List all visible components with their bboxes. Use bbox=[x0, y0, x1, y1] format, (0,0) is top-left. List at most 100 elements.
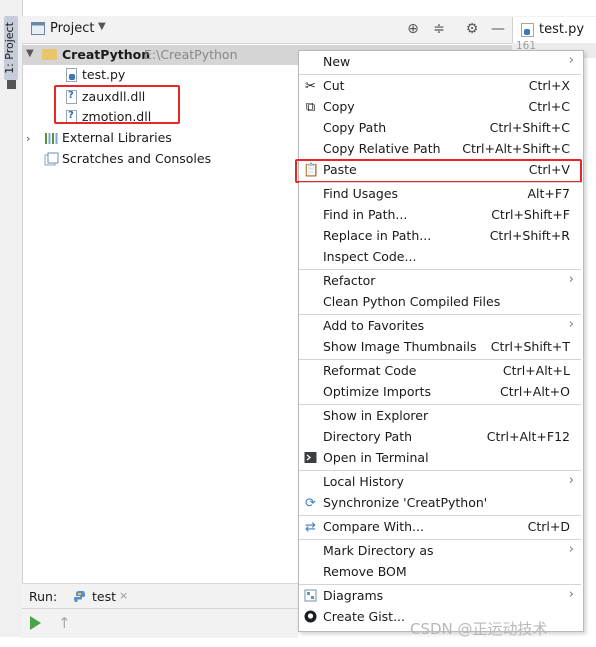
arrow-up-icon[interactable]: ↑ bbox=[58, 614, 71, 632]
menu-item-label: Open in Terminal bbox=[323, 450, 429, 465]
gear-icon[interactable]: ⚙ bbox=[464, 20, 480, 38]
scratches-icon bbox=[44, 152, 59, 166]
menu-separator bbox=[299, 314, 581, 315]
menu-item-label: Find Usages bbox=[323, 186, 399, 201]
menu-item-label: Copy Relative Path bbox=[323, 141, 441, 156]
menu-item-label: Mark Directory as bbox=[323, 543, 434, 558]
menu-item-label: Diagrams bbox=[323, 588, 384, 603]
menu-separator bbox=[299, 515, 581, 516]
menu-item-find-usages[interactable]: Find Usages Alt+F7 bbox=[299, 184, 581, 205]
python-file-icon bbox=[521, 23, 534, 37]
menu-separator bbox=[299, 182, 581, 183]
menu-item-label: Copy bbox=[323, 99, 355, 114]
menu-item-add-to-favorites[interactable]: Add to Favorites › bbox=[299, 316, 581, 337]
menu-item-synchronize[interactable]: ⟳ Synchronize 'CreatPython' bbox=[299, 493, 581, 514]
menu-item-label: Local History bbox=[323, 474, 404, 489]
menu-item-shortcut: Ctrl+D bbox=[527, 519, 570, 534]
menu-item-label: Optimize Imports bbox=[323, 384, 432, 399]
menu-item-shortcut: Ctrl+Alt+O bbox=[500, 384, 570, 399]
menu-item-show-in-explorer[interactable]: Show in Explorer bbox=[299, 406, 581, 427]
menu-item-replace-in-path[interactable]: Replace in Path... Ctrl+Shift+R bbox=[299, 226, 581, 247]
menu-separator bbox=[299, 269, 581, 270]
library-icon bbox=[45, 133, 58, 144]
menu-item-new[interactable]: New › bbox=[299, 52, 581, 73]
menu-item-open-in-terminal[interactable]: Open in Terminal bbox=[299, 448, 581, 469]
menu-item-mark-directory-as[interactable]: Mark Directory as › bbox=[299, 541, 581, 562]
menu-item-cut[interactable]: ✂ Cut Ctrl+X bbox=[299, 76, 581, 97]
menu-item-label: Remove BOM bbox=[323, 564, 407, 579]
minimize-icon[interactable]: — bbox=[490, 20, 506, 38]
menu-item-optimize-imports[interactable]: Optimize Imports Ctrl+Alt+O bbox=[299, 382, 581, 403]
menu-item-label: Find in Path... bbox=[323, 207, 408, 222]
menu-item-label: Synchronize 'CreatPython' bbox=[323, 495, 488, 510]
play-icon[interactable] bbox=[30, 616, 41, 630]
menu-separator bbox=[299, 74, 581, 75]
menu-separator bbox=[299, 584, 581, 585]
editor-tab-label[interactable]: test.py bbox=[539, 22, 584, 37]
menu-item-shortcut: Ctrl+Alt+F12 bbox=[486, 429, 570, 444]
menu-item-label: Cut bbox=[323, 78, 345, 93]
project-header bbox=[22, 16, 596, 44]
menu-item-shortcut: Ctrl+Shift+F bbox=[491, 207, 570, 222]
menu-item-label: Create Gist... bbox=[323, 609, 406, 624]
menu-item-copy-path[interactable]: Copy Path Ctrl+Shift+C bbox=[299, 118, 581, 139]
chevron-right-icon[interactable]: › bbox=[26, 132, 30, 145]
menu-item-show-thumbnails[interactable]: Show Image Thumbnails Ctrl+Shift+T bbox=[299, 337, 581, 358]
highlight-box-paste bbox=[295, 159, 582, 183]
menu-item-copy[interactable]: ⧉ Copy Ctrl+C bbox=[299, 97, 581, 118]
menu-item-label: Show in Explorer bbox=[323, 408, 429, 423]
tree-root-name[interactable]: CreatPython bbox=[62, 47, 150, 62]
menu-separator bbox=[299, 404, 581, 405]
menu-item-refactor[interactable]: Refactor › bbox=[299, 271, 581, 292]
chevron-right-icon: › bbox=[568, 317, 574, 332]
project-tool-label: 1: Project bbox=[3, 22, 16, 74]
python-file-icon bbox=[66, 68, 77, 82]
run-label: Run: bbox=[29, 589, 58, 604]
watermark: CSDN @正运动技术 bbox=[410, 620, 548, 638]
compare-icon: ⇄ bbox=[305, 520, 316, 535]
run-tab-test[interactable]: test bbox=[92, 589, 116, 604]
menu-separator bbox=[299, 470, 581, 471]
menu-item-copy-relative-path[interactable]: Copy Relative Path Ctrl+Alt+Shift+C bbox=[299, 139, 581, 160]
menu-item-reformat-code[interactable]: Reformat Code Ctrl+Alt+L bbox=[299, 361, 581, 382]
tool-window-strip bbox=[0, 0, 23, 637]
menu-separator bbox=[299, 359, 581, 360]
menu-item-label: Compare With... bbox=[323, 519, 424, 534]
menu-item-find-in-path[interactable]: Find in Path... Ctrl+Shift+F bbox=[299, 205, 581, 226]
chevron-right-icon: › bbox=[568, 272, 574, 287]
chevron-down-icon[interactable]: ▼ bbox=[26, 48, 34, 59]
menu-item-label: Inspect Code... bbox=[323, 249, 417, 264]
tree-item-scratches[interactable]: Scratches and Consoles bbox=[62, 151, 211, 166]
scissors-icon: ✂ bbox=[305, 79, 316, 94]
collapse-all-icon[interactable]: ≑ bbox=[431, 20, 447, 38]
menu-item-directory-path[interactable]: Directory Path Ctrl+Alt+F12 bbox=[299, 427, 581, 448]
chevron-down-icon[interactable]: ▼ bbox=[98, 21, 106, 32]
menu-item-label: Clean Python Compiled Files bbox=[323, 294, 501, 309]
python-run-icon bbox=[73, 591, 86, 602]
menu-item-label: New bbox=[323, 54, 351, 69]
terminal-icon bbox=[303, 451, 318, 466]
tree-item-external-libraries[interactable]: External Libraries bbox=[62, 130, 172, 145]
menu-item-label: Directory Path bbox=[323, 429, 413, 444]
close-icon[interactable]: × bbox=[119, 589, 128, 602]
project-view-title[interactable]: Project bbox=[50, 21, 94, 36]
menu-item-local-history[interactable]: Local History › bbox=[299, 472, 581, 493]
menu-item-label: Reformat Code bbox=[323, 363, 417, 378]
menu-item-remove-bom[interactable]: Remove BOM bbox=[299, 562, 581, 583]
github-icon bbox=[303, 610, 318, 625]
menu-item-shortcut: Ctrl+Alt+Shift+C bbox=[462, 141, 570, 156]
menu-item-inspect-code[interactable]: Inspect Code... bbox=[299, 247, 581, 268]
diagram-icon bbox=[303, 589, 318, 604]
tree-item-test-py[interactable]: test.py bbox=[82, 67, 125, 82]
structure-icon[interactable] bbox=[7, 80, 16, 89]
menu-item-shortcut: Ctrl+Shift+R bbox=[489, 228, 570, 243]
chevron-right-icon: › bbox=[568, 542, 574, 557]
tree-root-path: E:\CreatPython bbox=[144, 47, 238, 62]
menu-item-shortcut: Ctrl+C bbox=[528, 99, 570, 114]
menu-item-clean-compiled[interactable]: Clean Python Compiled Files bbox=[299, 292, 581, 313]
menu-item-diagrams[interactable]: Diagrams › bbox=[299, 586, 581, 607]
menu-item-compare-with[interactable]: ⇄ Compare With... Ctrl+D bbox=[299, 517, 581, 538]
chevron-right-icon: › bbox=[568, 53, 574, 68]
locate-icon[interactable]: ⊕ bbox=[405, 20, 421, 38]
menu-item-label: Copy Path bbox=[323, 120, 387, 135]
